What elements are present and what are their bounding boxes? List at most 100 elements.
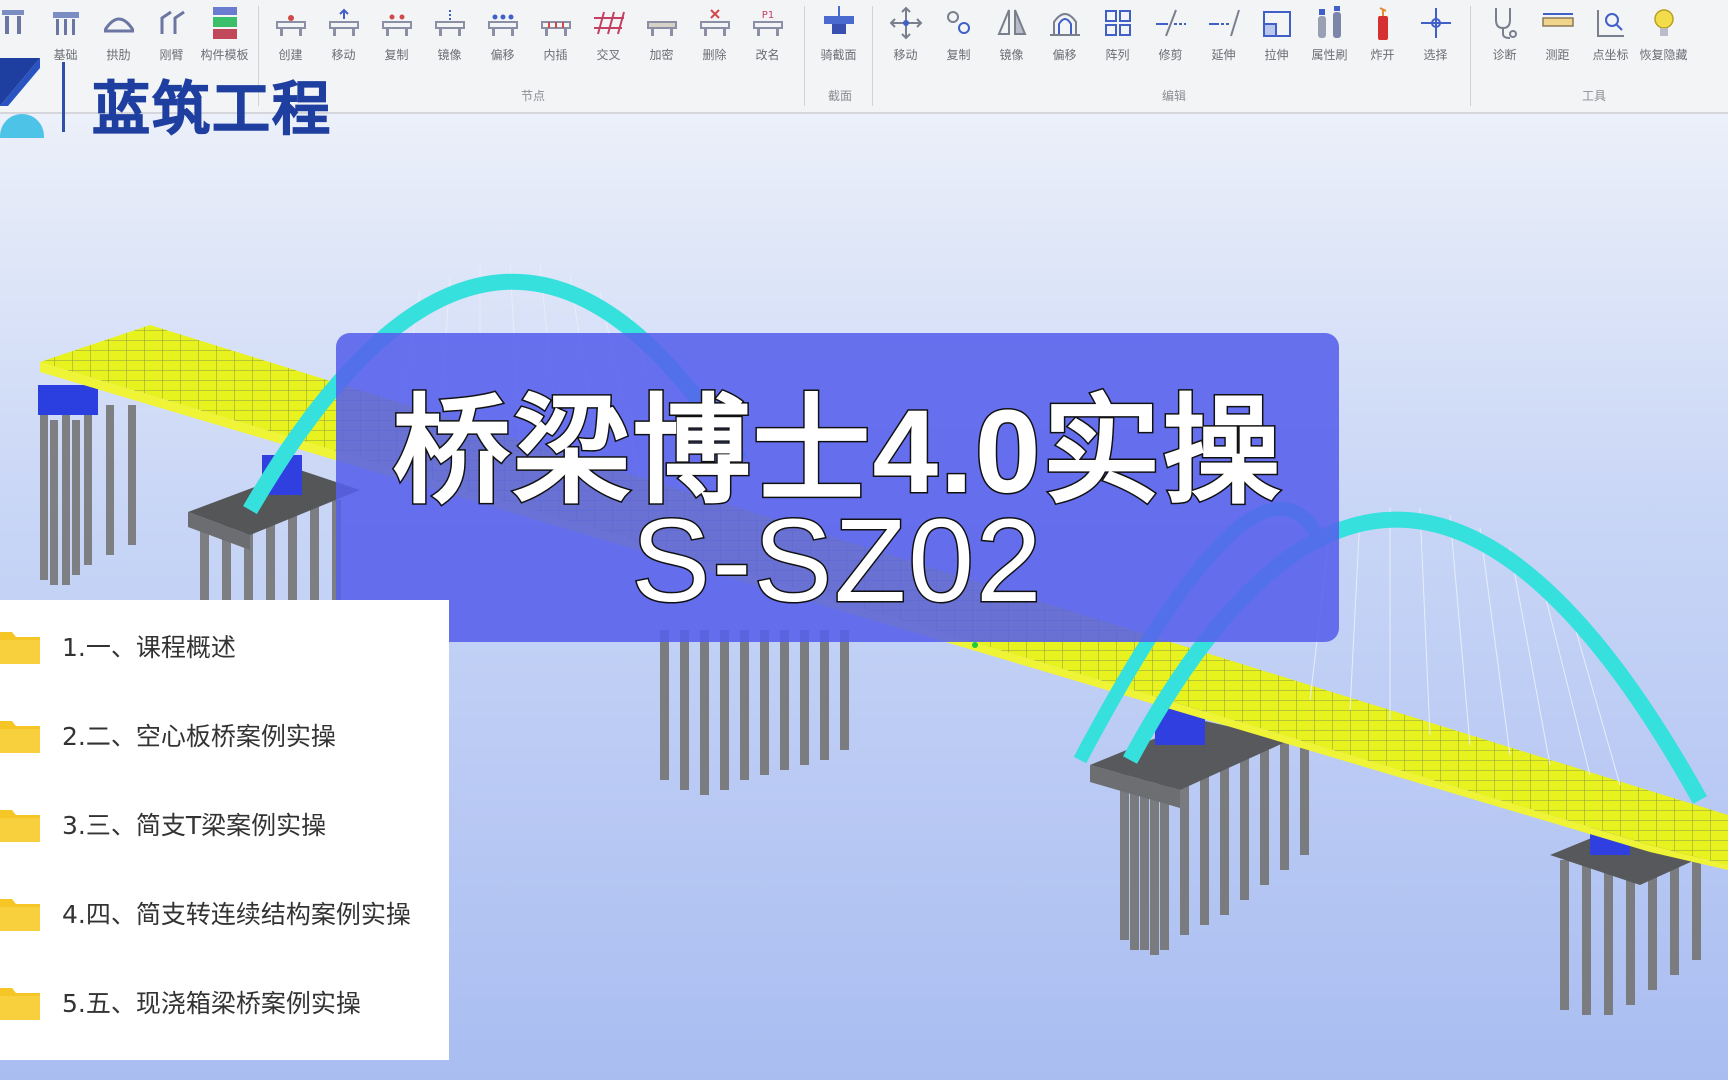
ribbon-button-point-coordinate[interactable]: 点坐标 (1584, 4, 1637, 63)
ribbon-button-node-mirror[interactable]: 镜像 (423, 4, 476, 63)
logo-divider (62, 62, 65, 132)
ribbon-label: 恢复隐藏 (1639, 48, 1688, 62)
abutment-left-bearing (38, 385, 98, 415)
folder-item[interactable]: 3.三、简支T梁案例实操 (0, 794, 449, 854)
node-rename-icon: P1 (752, 10, 783, 36)
extend-icon (1208, 9, 1240, 37)
ribbon-button-node-delete[interactable]: 删除 (688, 4, 741, 63)
foundation-icon (52, 12, 79, 35)
node-densify-icon (646, 21, 677, 36)
video-subtitle-code: S-SZ02 (630, 494, 1044, 629)
array-icon (1104, 10, 1131, 36)
trim-icon (1155, 9, 1186, 37)
ribbon-button-trim[interactable]: 修剪 (1144, 4, 1197, 63)
ribbon-label: 点坐标 (1592, 48, 1629, 62)
ribbon-button-node-rename[interactable]: P1 改名 (741, 4, 794, 63)
ribbon-button-node-densify[interactable]: 加密 (635, 4, 688, 63)
ribbon-button-component-template[interactable]: 构件模板 (198, 4, 251, 63)
folder-item[interactable]: 2.二、空心板桥案例实操 (0, 705, 449, 765)
ribbon-button-node-interpolate[interactable]: 内插 (529, 4, 582, 63)
rigid-arm-icon (160, 10, 185, 34)
ribbon-label: 交叉 (596, 48, 621, 62)
ribbon-button-node-copy[interactable]: 复制 (370, 4, 423, 63)
node-delete-icon (699, 9, 730, 36)
copy-icon (946, 11, 970, 34)
ribbon-button-node-cross[interactable]: 交叉 (582, 4, 635, 63)
folder-item[interactable]: 4.四、简支转连续结构案例实操 (0, 883, 449, 943)
ribbon-button-move[interactable]: 移动 (879, 4, 932, 63)
node-move-icon (328, 8, 359, 36)
ribbon-label: 镜像 (999, 48, 1024, 62)
ribbon-button-rigid-arm[interactable]: 刚臂 (145, 4, 198, 63)
ribbon-button-pier[interactable] (0, 4, 39, 63)
title-banner: 桥梁博士4.0实操 S-SZ02 (336, 333, 1339, 642)
ribbon-label: 修剪 (1158, 48, 1183, 62)
ribbon-button-copy[interactable]: 复制 (932, 4, 985, 63)
ribbon-button-restore-hidden[interactable]: 恢复隐藏 (1637, 4, 1690, 63)
ribbon-group-tools: 诊断 测距 点坐标 恢复隐藏 工具 (1478, 0, 1710, 112)
measure-icon (1541, 13, 1574, 27)
ribbon-label: 移动 (893, 48, 918, 62)
folder-icon (0, 988, 40, 1020)
ribbon-label: 改名 (755, 48, 780, 62)
folder-item[interactable]: 5.五、现浇箱梁桥案例实操 (0, 972, 449, 1032)
folder-label: 3.三、简支T梁案例实操 (62, 811, 327, 840)
ribbon-label: 骑截面 (820, 48, 857, 62)
ribbon-button-extend[interactable]: 延伸 (1197, 4, 1250, 63)
ribbon-group-edit: 移动 复制 镜像 偏移 阵列 修剪 延伸 拉伸 属性刷 炸开 选择 编辑 (879, 0, 1469, 112)
folder-icon (0, 632, 40, 664)
ribbon-label: 阵列 (1105, 48, 1130, 62)
pier-middle-piles (660, 630, 849, 795)
brand-logo: 蓝筑工程 (0, 58, 360, 144)
viewport-origin-marker (972, 642, 978, 648)
ribbon-button-measure[interactable]: 测距 (1531, 4, 1584, 63)
ribbon-label: 内插 (543, 48, 568, 62)
ribbon-label: 偏移 (1052, 48, 1077, 62)
arch-icon (103, 17, 134, 33)
ribbon-button-stretch[interactable]: 拉伸 (1250, 4, 1303, 63)
ribbon-button-foundation[interactable]: 基础 (39, 4, 92, 63)
svg-text:P1: P1 (761, 10, 773, 21)
folder-item[interactable]: 1.一、课程概述 (0, 616, 449, 676)
folder-icon (0, 899, 40, 931)
node-offset-icon (487, 14, 518, 36)
folder-label: 2.二、空心板桥案例实操 (62, 722, 336, 751)
explode-icon (1377, 7, 1388, 40)
ribbon-button-offset[interactable]: 偏移 (1038, 4, 1091, 63)
logo-mark-icon (0, 58, 44, 138)
ribbon-button-diagnose[interactable]: 诊断 (1478, 4, 1531, 63)
node-interpolate-icon (540, 21, 571, 36)
pier-icon (1, 10, 24, 34)
ribbon-separator (872, 6, 873, 106)
restore-hidden-icon (1653, 9, 1674, 36)
ribbon-button-arch[interactable]: 拱肋 (92, 4, 145, 63)
ribbon-group-label: 工具 (1581, 89, 1606, 103)
ribbon-label: 诊断 (1492, 48, 1517, 62)
course-folder-list: 1.一、课程概述 2.二、空心板桥案例实操 3.三、简支T梁案例实操 4.四、简… (0, 600, 449, 1060)
stretch-icon (1262, 11, 1291, 37)
ribbon-button-node-create[interactable]: 创建 (264, 4, 317, 63)
ribbon-label: 选择 (1423, 48, 1448, 62)
abutment-left-piles (40, 405, 136, 585)
ribbon-button-section[interactable]: 骑截面 (812, 4, 865, 63)
ribbon-group-label: 截面 (827, 89, 852, 103)
ribbon-separator (804, 6, 805, 106)
ribbon-button-select[interactable]: 选择 (1409, 4, 1462, 63)
move-icon (889, 6, 922, 40)
mirror-icon (997, 9, 1026, 35)
ribbon-label: 复制 (384, 48, 409, 62)
ribbon-button-property-brush[interactable]: 属性刷 (1303, 4, 1356, 63)
ribbon-button-node-offset[interactable]: 偏移 (476, 4, 529, 63)
ribbon-label: 测距 (1545, 48, 1570, 62)
ribbon-button-array[interactable]: 阵列 (1091, 4, 1144, 63)
section-icon (823, 6, 854, 34)
ribbon-button-explode[interactable]: 炸开 (1356, 4, 1409, 63)
node-cross-icon (593, 11, 625, 35)
ribbon-button-mirror[interactable]: 镜像 (985, 4, 1038, 63)
ribbon-group-section: 骑截面 截面 (812, 0, 868, 112)
ribbon-label: 删除 (702, 48, 727, 62)
node-create-icon (275, 15, 306, 36)
ribbon-button-node-move[interactable]: 移动 (317, 4, 370, 63)
ribbon-label: 偏移 (490, 48, 515, 62)
logo-text: 蓝筑工程 (91, 75, 333, 144)
